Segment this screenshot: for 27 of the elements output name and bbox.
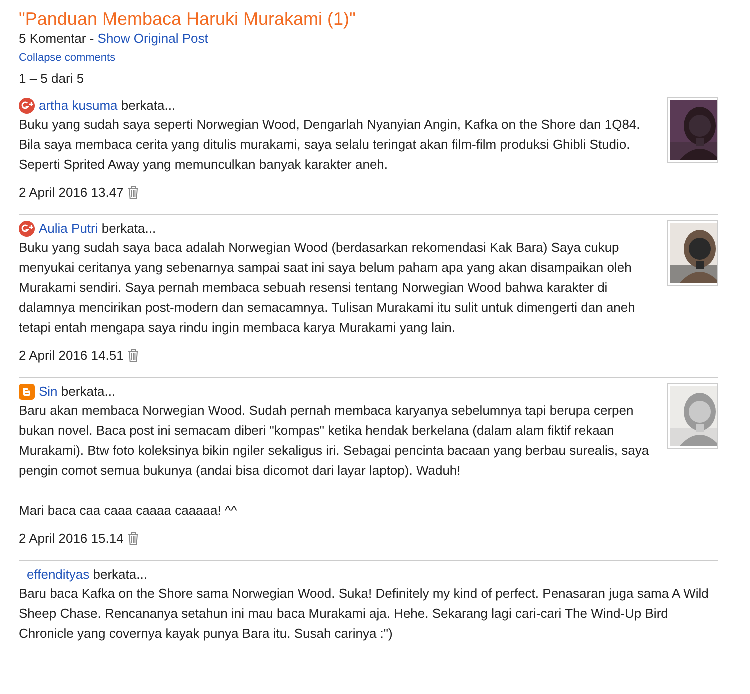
says-label: berkata...	[61, 384, 116, 399]
trash-icon[interactable]	[128, 532, 139, 545]
comment-date: 2 April 2016 15.14	[19, 531, 124, 546]
google-plus-icon	[19, 221, 35, 237]
author-link[interactable]: effendityas	[27, 567, 90, 582]
post-title: "Panduan Membaca Haruki Murakami (1)"	[19, 8, 357, 30]
pagination-label: 1 – 5 dari 5	[19, 70, 86, 88]
author-link[interactable]: Sin	[39, 384, 58, 399]
collapse-link[interactable]: Collapse comments	[19, 50, 116, 66]
blogger-icon	[19, 384, 35, 400]
trash-icon[interactable]	[128, 186, 139, 199]
comment-date: 2 April 2016 14.51	[19, 348, 124, 363]
author-link[interactable]: artha kusuma	[39, 98, 118, 113]
comment-date: 2 April 2016 13.47	[19, 185, 124, 200]
says-label: berkata...	[93, 567, 148, 582]
comment-text: Baru akan membaca Norwegian Wood. Sudah pernah membaca karyanya sebelumnya tapi berupa cerpen bukan novel. Baca post ini semacam diberi "kompas" ketika hendak berkelana (dalam alam fiktif rekaan Murakami). Btw foto koleksinya bikin ngiler sekaligus iri. Sebagai pencinta bacaan yang berbau surealis, saya pengin comot semua bukunya (andai bisa dicomot dari layar laptop). Waduh!	[19, 402, 650, 480]
comment-text: Buku yang sudah saya baca adalah Norwegian Wood (berdasarkan rekomendasi Kak Bara) Saya cukup menyukai ceritanya yang sebenarnya sampai saat ini saya belum paham apa yang akan disampaikan oleh Murakami sendiri. Saya pernah membaca sebuah resensi tentang Norwegian Wood bahwa karakter di dalamnya mencirikan post-modern dan semacamnya. Tulisan Murakami itu sulit untuk dimengerti dan aneh tetapi entah mengapa saya rindu ingin membaca karya Murakami yang lain.	[19, 239, 636, 337]
trash-icon[interactable]	[128, 349, 139, 362]
comment-text: Baru baca Kafka on the Shore sama Norwegian Wood. Suka! Definitely my kind of perfect. Penasaran juga sama A Wild Sheep Chase. Rencananya setahun ini mau baca Murakami aja. Hehe. Sekarang lagi cari-cari The Wind-Up Bird Chronicle yang covernya kayak punya Bara itu. Susah carinya :")	[19, 585, 710, 643]
comment-text: Buku yang sudah saya seperti Norwegian Wood, Dengarlah Nyanyian Angin, Kafka on the Shore dan 1Q84. Bila saya membaca cerita yang ditulis murakami, saya selalu teringat akan film-film produksi Ghibli Studio. Seperti Sprited Away yang memunculkan banyak karakter aneh.	[19, 116, 642, 174]
show-original-link[interactable]: Show Original Post	[98, 31, 208, 46]
google-plus-icon	[19, 98, 35, 114]
says-label: berkata...	[102, 221, 156, 236]
comment-text: Mari baca caa caaa caaaa caaaaa! ^^	[19, 502, 238, 520]
comment-count: 5 Komentar -	[19, 31, 94, 46]
author-link[interactable]: Aulia Putri	[39, 221, 98, 236]
says-label: berkata...	[121, 98, 176, 113]
